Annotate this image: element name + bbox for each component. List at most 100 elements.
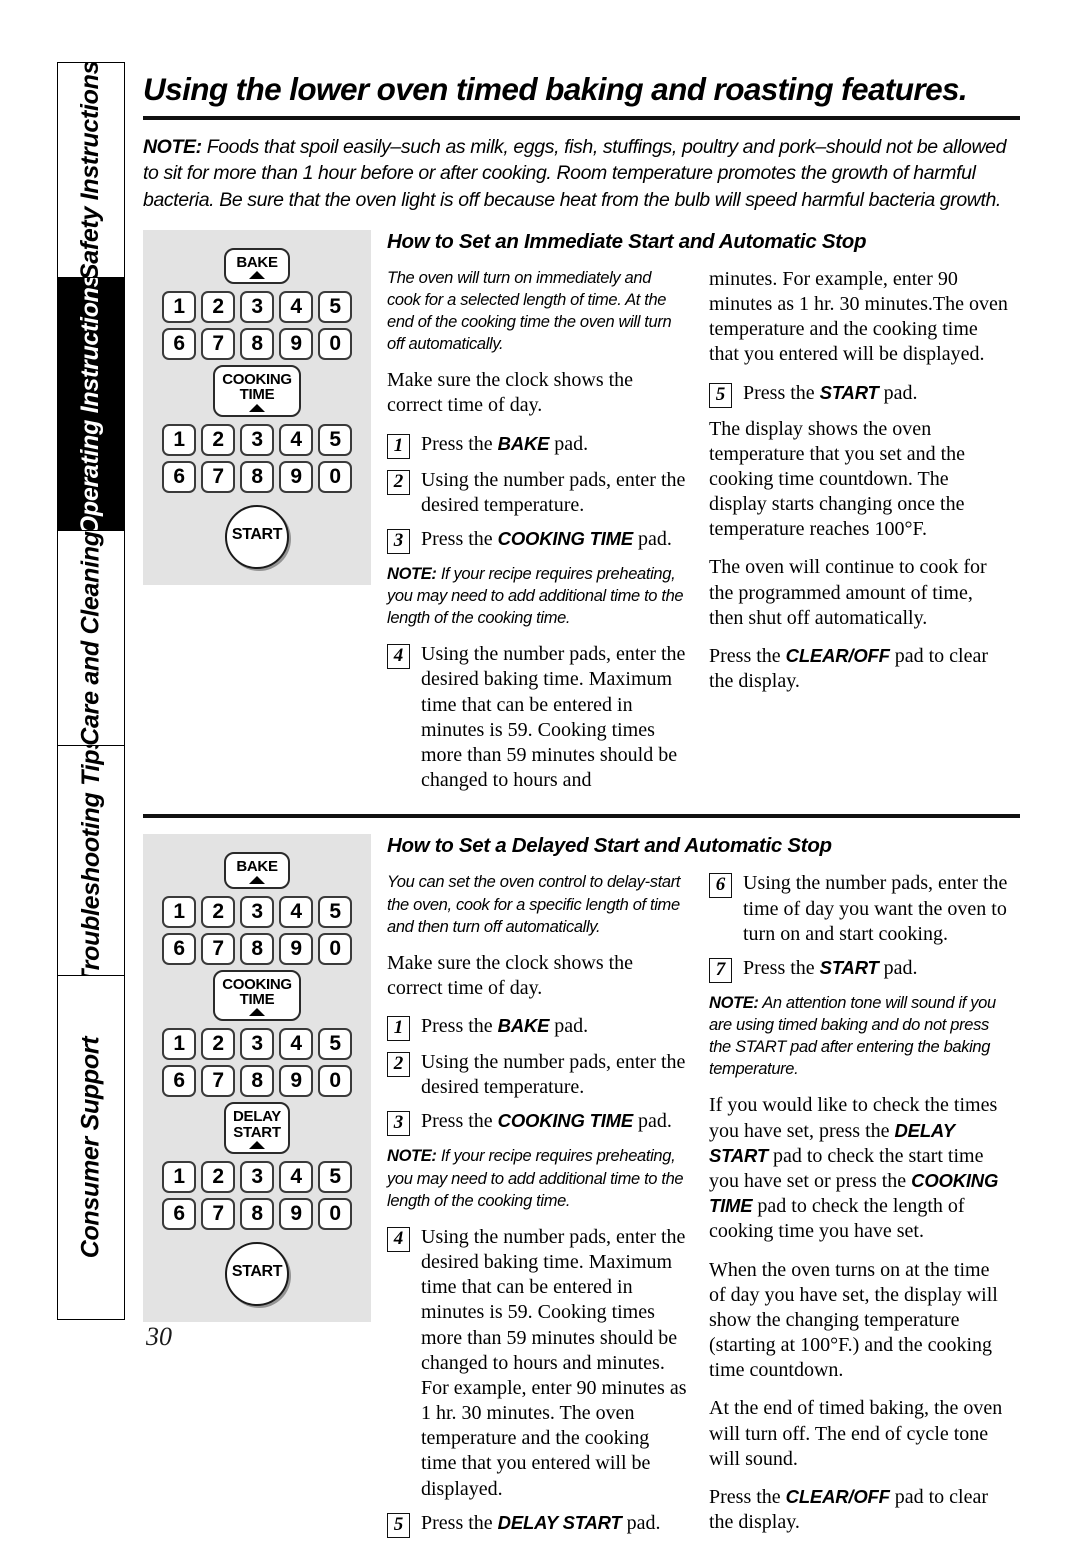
step-number-box: 5 <box>709 382 732 408</box>
sidebar-tab-care-and-cleaning[interactable]: Care and Cleaning <box>57 530 125 745</box>
number-key[interactable]: 7 <box>201 1197 235 1230</box>
number-key[interactable]: 5 <box>318 1160 352 1193</box>
section-2-heading: How to Set a Delayed Start and Automatic… <box>387 834 832 858</box>
number-key[interactable]: 3 <box>240 291 274 324</box>
note-label: NOTE: <box>387 1147 437 1166</box>
number-key[interactable]: 8 <box>240 460 274 493</box>
number-key[interactable]: 2 <box>201 291 235 324</box>
sidebar-tab-safety-instructions[interactable]: Safety Instructions <box>57 62 125 277</box>
number-key[interactable]: 3 <box>240 423 274 456</box>
number-key[interactable]: 4 <box>279 1028 313 1061</box>
delay-start-pad[interactable]: DELAY START <box>224 1102 290 1154</box>
section-delayed-start: BAKE 1 2 3 4 5 6 7 8 9 0 COOKING TIME 1 … <box>143 834 1020 1548</box>
section-1-text: How to Set an Immediate Start and Automa… <box>371 230 1020 803</box>
number-key[interactable]: 0 <box>318 328 352 361</box>
cooking-time-pad[interactable]: COOKING TIME <box>213 969 301 1022</box>
number-key[interactable]: 5 <box>318 423 352 456</box>
delay-start-pad-label-line2: START <box>233 1123 281 1141</box>
number-key[interactable]: 1 <box>162 291 196 324</box>
sidebar-tab-consumer-support[interactable]: Consumer Support <box>57 975 125 1320</box>
number-key[interactable]: 0 <box>318 932 352 965</box>
number-key[interactable]: 2 <box>201 1028 235 1061</box>
number-key[interactable]: 4 <box>279 423 313 456</box>
number-key[interactable]: 3 <box>240 1160 274 1193</box>
section-2-check-times-paragraph: If you would like to check the times you… <box>709 1093 1009 1244</box>
cooking-time-pad-group: COOKING TIME <box>153 365 361 417</box>
number-key[interactable]: 8 <box>240 932 274 965</box>
number-key[interactable]: 6 <box>162 460 196 493</box>
number-key[interactable]: 0 <box>318 460 352 493</box>
number-key[interactable]: 5 <box>318 291 352 324</box>
number-key[interactable]: 1 <box>162 895 196 928</box>
number-key[interactable]: 4 <box>279 895 313 928</box>
step-item: 4 Using the number pads, enter the desir… <box>387 642 687 793</box>
number-key[interactable]: 9 <box>279 460 313 493</box>
number-key[interactable]: 1 <box>162 423 196 456</box>
sidebar-tab-operating-instructions[interactable]: Operating Instructions <box>57 277 125 530</box>
step-text: Press the BAKE pad. <box>421 432 687 457</box>
number-key[interactable]: 7 <box>201 328 235 361</box>
triangle-indicator-icon <box>249 875 265 884</box>
sidebar-tab-troubleshooting-tips[interactable]: Troubleshooting Tips <box>57 745 125 975</box>
number-key[interactable]: 4 <box>279 291 313 324</box>
number-pad-row-bottom: 6 7 8 9 0 <box>153 932 361 965</box>
step-text-post: pad. <box>549 1015 589 1038</box>
number-key[interactable]: 9 <box>279 1065 313 1098</box>
number-key[interactable]: 6 <box>162 932 196 965</box>
start-pad[interactable]: START <box>225 1241 289 1306</box>
number-key[interactable]: 7 <box>201 1065 235 1098</box>
triangle-indicator-icon <box>248 1008 265 1017</box>
step-item: 6 Using the number pads, enter the time … <box>709 871 1009 947</box>
number-key[interactable]: 1 <box>162 1160 196 1193</box>
number-key[interactable]: 7 <box>201 460 235 493</box>
step-text-pre: Press the <box>743 956 820 979</box>
page-content: Using the lower oven timed baking and ro… <box>143 72 1020 1548</box>
clear-pre: Press the <box>709 1486 786 1509</box>
number-key[interactable]: 0 <box>318 1065 352 1098</box>
step-item: 4 Using the number pads, enter the desir… <box>387 1225 687 1502</box>
control-panel-diagram-2: BAKE 1 2 3 4 5 6 7 8 9 0 COOKING TIME 1 … <box>143 834 371 1322</box>
step-number-box: 5 <box>387 1512 410 1538</box>
number-key[interactable]: 9 <box>279 932 313 965</box>
number-key[interactable]: 2 <box>201 423 235 456</box>
number-key[interactable]: 6 <box>162 328 196 361</box>
number-key[interactable]: 6 <box>162 1065 196 1098</box>
number-key[interactable]: 3 <box>240 895 274 928</box>
section-1-column-left: The oven will turn on immediately and co… <box>387 267 687 803</box>
number-key[interactable]: 1 <box>162 1028 196 1061</box>
number-key[interactable]: 4 <box>279 1160 313 1193</box>
number-key[interactable]: 9 <box>279 328 313 361</box>
pad-name: BAKE <box>497 1015 550 1037</box>
number-key[interactable]: 6 <box>162 1197 196 1230</box>
section-2-endofbaking-paragraph: At the end of timed baking, the oven wil… <box>709 1397 1003 1470</box>
number-key[interactable]: 8 <box>240 1197 274 1230</box>
number-key[interactable]: 0 <box>318 1197 352 1230</box>
bake-pad[interactable]: BAKE <box>224 852 290 889</box>
number-key[interactable]: 9 <box>279 1197 313 1230</box>
oven-control-panel: BAKE 1 2 3 4 5 6 7 8 9 0 COOKING TIME 1 … <box>143 834 371 1322</box>
step-text-pre: Press the <box>421 432 498 455</box>
step-text-pre: Press the <box>421 1511 498 1534</box>
step-text: Press the COOKING TIME pad. <box>421 1109 687 1134</box>
sidebar-tab-label: Care and Cleaning <box>76 530 105 745</box>
start-pad[interactable]: START <box>225 504 289 569</box>
bake-pad[interactable]: BAKE <box>224 247 290 285</box>
step-number-box: 3 <box>387 528 410 554</box>
number-key[interactable]: 8 <box>240 328 274 361</box>
number-key[interactable]: 2 <box>201 1160 235 1193</box>
cooking-time-pad-label-line2: TIME <box>239 990 275 1008</box>
step-text-post: pad. <box>633 1110 672 1133</box>
section-1-lede: The oven will turn on immediately and co… <box>387 268 672 354</box>
number-key[interactable]: 7 <box>201 932 235 965</box>
cooking-time-pad[interactable]: COOKING TIME <box>213 365 301 417</box>
number-key[interactable]: 5 <box>318 1028 352 1061</box>
number-key[interactable]: 2 <box>201 895 235 928</box>
number-key[interactable]: 3 <box>240 1028 274 1061</box>
step-text: Using the number pads, enter the time of… <box>743 872 1008 945</box>
step-item: 3 Press the COOKING TIME pad. <box>387 1109 687 1137</box>
number-key[interactable]: 8 <box>240 1065 274 1098</box>
number-key[interactable]: 5 <box>318 895 352 928</box>
title-divider <box>143 115 1020 120</box>
section-2-text: How to Set a Delayed Start and Automatic… <box>371 834 1020 1548</box>
number-pad-row-bottom: 6 7 8 9 0 <box>153 328 361 361</box>
